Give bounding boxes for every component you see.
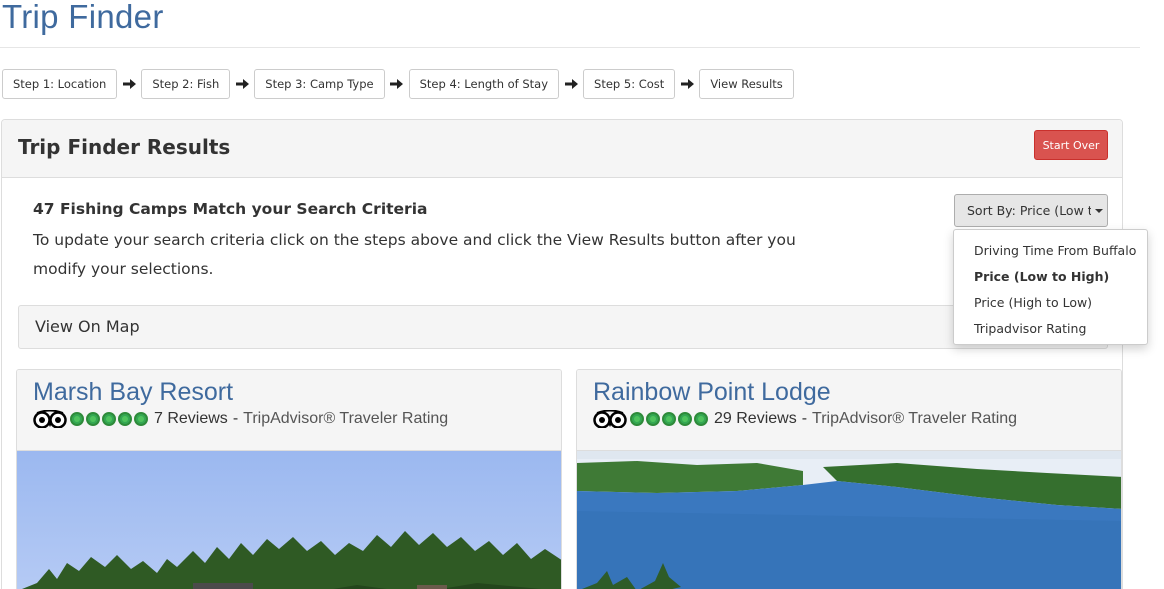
start-over-button[interactable]: Start Over: [1034, 130, 1108, 160]
separator: -: [801, 410, 808, 427]
page-title: Trip Finder: [2, 0, 164, 35]
rating-bubble-icon: [630, 412, 644, 426]
camp-card-header: Rainbow Point Lodge 29 Reviews - TripAdv…: [577, 370, 1121, 451]
rating-source: TripAdvisor® Traveler Rating: [812, 410, 1018, 427]
sort-option-price-high-low[interactable]: Price (High to Low): [954, 289, 1147, 315]
results-title: Trip Finder Results: [18, 135, 231, 159]
arrow-right-icon: [117, 78, 141, 90]
view-on-map-bar[interactable]: View On Map: [18, 305, 1108, 349]
arrow-right-icon: [559, 78, 583, 90]
rating-bubble-icon: [678, 412, 692, 426]
results-panel-header: Trip Finder Results Start Over: [2, 120, 1122, 178]
review-count[interactable]: 29 Reviews: [714, 410, 797, 428]
sort-button-label: Sort By: Price (Low t: [967, 203, 1091, 218]
step-cost-button[interactable]: Step 5: Cost: [583, 69, 676, 99]
rating-bubble-icon: [70, 412, 84, 426]
tripadvisor-owl-icon: [593, 410, 627, 428]
camp-card: Rainbow Point Lodge 29 Reviews - TripAdv…: [576, 369, 1122, 589]
step-length-of-stay-button[interactable]: Step 4: Length of Stay: [408, 69, 560, 99]
caret-down-icon: [1095, 208, 1103, 213]
step-camp-type-button[interactable]: Step 3: Camp Type: [254, 69, 385, 99]
review-count[interactable]: 7 Reviews: [154, 410, 228, 428]
rating-bubble-icon: [646, 412, 660, 426]
camp-name-link[interactable]: Marsh Bay Resort: [33, 378, 233, 407]
sort-option-tripadvisor-rating[interactable]: Tripadvisor Rating: [954, 315, 1147, 341]
rating-bubble-icon: [102, 412, 116, 426]
sort-option-driving-time[interactable]: Driving Time From Buffalo: [954, 237, 1147, 263]
step-navigation: Step 1: Location Step 2: Fish Step 3: Ca…: [2, 69, 794, 99]
separator: -: [232, 410, 239, 427]
view-results-button[interactable]: View Results: [699, 69, 794, 99]
rating-bubble-icon: [86, 412, 100, 426]
camp-photo[interactable]: [577, 451, 1121, 589]
rating-bubble-icon: [134, 412, 148, 426]
camp-card-header: Marsh Bay Resort 7 Reviews - TripAdvisor…: [17, 370, 561, 451]
step-fish-button[interactable]: Step 2: Fish: [141, 69, 231, 99]
sort-dropdown-menu: Driving Time From Buffalo Price (Low to …: [953, 229, 1148, 345]
rating-source: TripAdvisor® Traveler Rating: [243, 410, 449, 427]
arrow-right-icon: [675, 78, 699, 90]
sort-dropdown-button[interactable]: Sort By: Price (Low t: [954, 194, 1108, 227]
arrow-right-icon: [230, 78, 254, 90]
tripadvisor-rating: 29 Reviews - TripAdvisor® Traveler Ratin…: [593, 410, 1017, 428]
rating-bubble-icon: [694, 412, 708, 426]
tripadvisor-rating: 7 Reviews - TripAdvisor® Traveler Rating: [33, 410, 448, 428]
match-count-heading: 47 Fishing Camps Match your Search Crite…: [33, 200, 428, 218]
camp-name-link[interactable]: Rainbow Point Lodge: [593, 378, 831, 407]
arrow-right-icon: [385, 78, 409, 90]
sort-option-price-low-high[interactable]: Price (Low to High): [954, 263, 1147, 289]
camp-photo[interactable]: [17, 451, 561, 589]
rating-bubble-icon: [662, 412, 676, 426]
camp-card: Marsh Bay Resort 7 Reviews - TripAdvisor…: [16, 369, 562, 589]
title-divider: [0, 47, 1140, 48]
view-on-map-label: View On Map: [35, 317, 140, 336]
step-location-button[interactable]: Step 1: Location: [2, 69, 118, 99]
tripadvisor-owl-icon: [33, 410, 67, 428]
rating-bubble-icon: [118, 412, 132, 426]
search-instructions: To update your search criteria click on …: [33, 231, 796, 278]
